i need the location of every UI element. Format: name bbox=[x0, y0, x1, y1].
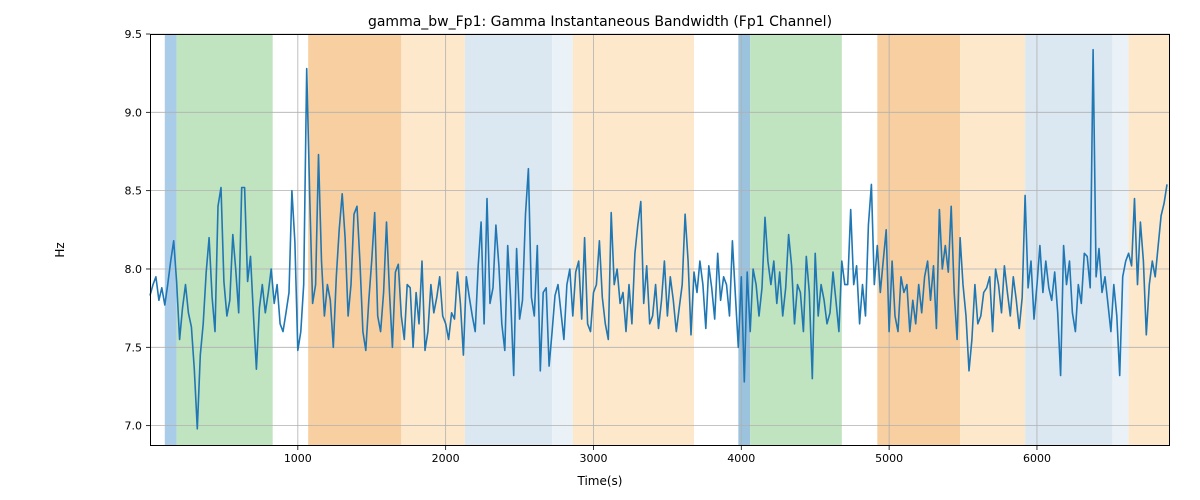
x-tick: 1000 bbox=[284, 452, 312, 465]
band bbox=[465, 34, 552, 446]
chart-title: gamma_bw_Fp1: Gamma Instantaneous Bandwi… bbox=[0, 14, 1200, 30]
band bbox=[738, 34, 750, 446]
x-tick: 4000 bbox=[727, 452, 755, 465]
band bbox=[177, 34, 273, 446]
band bbox=[1129, 34, 1170, 446]
y-tick: 7.5 bbox=[125, 341, 143, 354]
x-tick: 5000 bbox=[875, 452, 903, 465]
plot-svg: 1000200030004000500060007.07.58.08.59.09… bbox=[150, 34, 1170, 446]
y-tick: 9.5 bbox=[125, 28, 143, 41]
band bbox=[573, 34, 694, 446]
band bbox=[1025, 34, 1112, 446]
y-tick: 7.0 bbox=[125, 420, 143, 433]
x-tick: 6000 bbox=[1023, 452, 1051, 465]
plot-axes: 1000200030004000500060007.07.58.08.59.09… bbox=[150, 34, 1170, 446]
x-tick: 2000 bbox=[432, 452, 460, 465]
band bbox=[552, 34, 573, 446]
y-tick: 9.0 bbox=[125, 106, 143, 119]
y-tick: 8.5 bbox=[125, 185, 143, 198]
x-tick: 3000 bbox=[579, 452, 607, 465]
figure: gamma_bw_Fp1: Gamma Instantaneous Bandwi… bbox=[0, 0, 1200, 500]
band bbox=[401, 34, 465, 446]
y-axis-label: Hz bbox=[53, 242, 67, 257]
shaded-bands bbox=[165, 34, 1170, 446]
band bbox=[877, 34, 960, 446]
y-tick: 8.0 bbox=[125, 263, 143, 276]
band bbox=[1112, 34, 1128, 446]
band bbox=[165, 34, 177, 446]
band bbox=[960, 34, 1025, 446]
x-axis-label: Time(s) bbox=[0, 474, 1200, 488]
